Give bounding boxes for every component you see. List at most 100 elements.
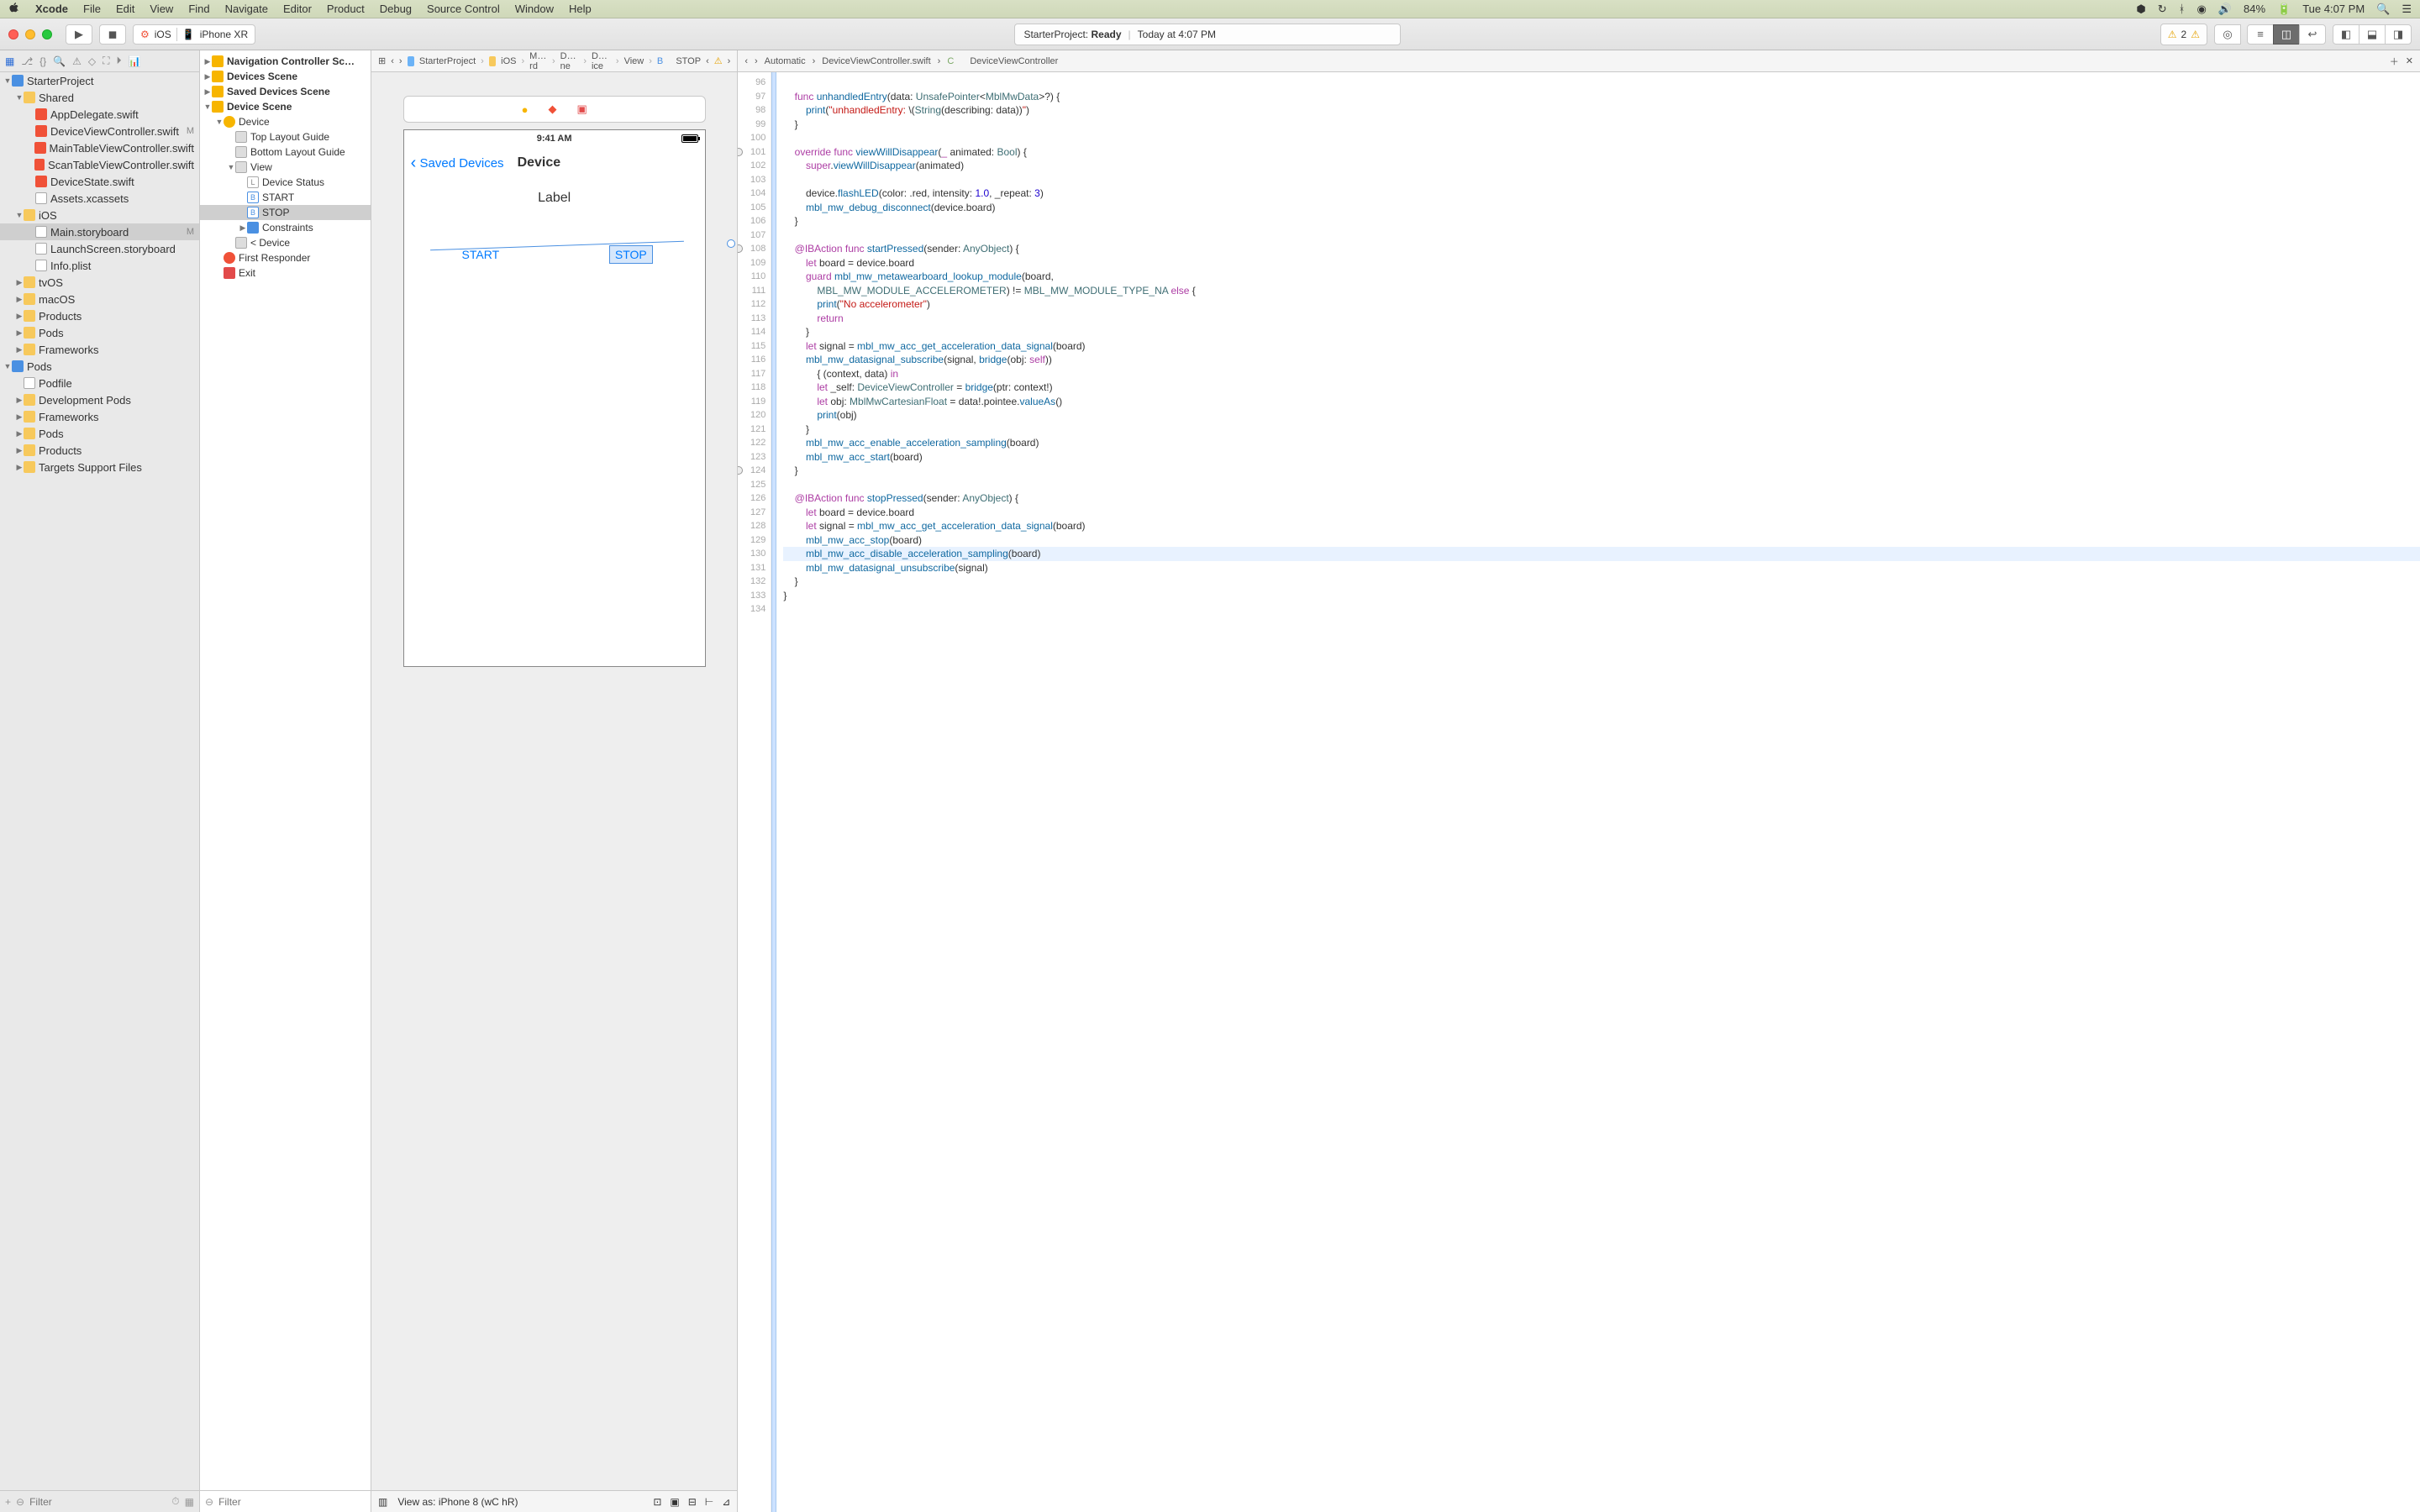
resolve-icon[interactable]: ⊿	[722, 1496, 730, 1508]
menu-product[interactable]: Product	[327, 3, 365, 15]
device-canvas[interactable]: 9:41 AM ‹ Saved Devices Device Label STA…	[403, 129, 706, 667]
nav-item[interactable]: ▶Frameworks	[0, 341, 199, 358]
stop-button-canvas[interactable]: STOP	[610, 246, 652, 263]
menu-extras-icon[interactable]: ☰	[2402, 3, 2412, 16]
toggle-inspector[interactable]: ◨	[2385, 24, 2412, 45]
app-menu[interactable]: Xcode	[35, 3, 68, 15]
close-editor-icon[interactable]: ✕	[2406, 55, 2413, 66]
back-icon[interactable]: ‹	[744, 56, 748, 66]
editor-file[interactable]: DeviceViewController.swift	[822, 56, 930, 66]
nav-item[interactable]: ▼Pods	[0, 358, 199, 375]
menu-editor[interactable]: Editor	[283, 3, 312, 15]
nav-item[interactable]: ▼iOS	[0, 207, 199, 223]
nav-back-icon[interactable]: ‹	[706, 56, 709, 66]
outline-item[interactable]: Top Layout Guide	[200, 129, 371, 144]
nav-item[interactable]: ▶Targets Support Files	[0, 459, 199, 475]
nav-item[interactable]: Assets.xcassets	[0, 190, 199, 207]
editor-assistant[interactable]: ◫	[2273, 24, 2300, 45]
menu-edit[interactable]: Edit	[116, 3, 134, 15]
forward-icon[interactable]: ›	[399, 56, 402, 66]
nav-item[interactable]: MainTableViewController.swift	[0, 139, 199, 156]
navigator-filter-input[interactable]	[29, 1496, 166, 1508]
source-control-navigator-icon[interactable]: ⎇	[21, 55, 33, 67]
breakpoint-navigator-icon[interactable]: ⏵	[117, 55, 122, 67]
close-button[interactable]	[8, 29, 18, 39]
outline-item[interactable]: BSTOP	[200, 205, 371, 220]
symbol-navigator-icon[interactable]: {}	[39, 55, 46, 67]
nav-item[interactable]: ScanTableViewController.swift	[0, 156, 199, 173]
zoom-button[interactable]	[42, 29, 52, 39]
editor-item[interactable]: DeviceViewController	[970, 56, 1058, 66]
menu-source-control[interactable]: Source Control	[427, 3, 500, 15]
find-navigator-icon[interactable]: 🔍	[53, 55, 66, 67]
menu-help[interactable]: Help	[569, 3, 592, 15]
outline-filter-input[interactable]	[218, 1496, 366, 1508]
nav-item[interactable]: DeviceState.swift	[0, 173, 199, 190]
nav-item[interactable]: Podfile	[0, 375, 199, 391]
debug-navigator-icon[interactable]: ⛶	[103, 55, 109, 67]
issue-navigator-icon[interactable]: ⚠	[72, 55, 82, 67]
timemachine-icon[interactable]: ↻	[2158, 3, 2167, 16]
dropbox-icon[interactable]: ⬢	[2136, 3, 2145, 16]
vc-dock-icon[interactable]: ●	[522, 103, 529, 116]
nav-item[interactable]: ▼Shared	[0, 89, 199, 106]
menu-file[interactable]: File	[83, 3, 101, 15]
nav-item[interactable]: ▶tvOS	[0, 274, 199, 291]
code-area[interactable]: func unhandledEntry(data: UnsafePointer<…	[776, 72, 2420, 1512]
line-gutter[interactable]: 9697989910010110210310410510610710810911…	[738, 72, 771, 1512]
battery-percent[interactable]: 84%	[2244, 3, 2265, 15]
library-button[interactable]: ◎	[2214, 24, 2241, 45]
storyboard-jumpbar[interactable]: ⊞ ‹ › StarterProject› iOS› M…rd› D…ne› D…	[371, 50, 737, 72]
spotlight-icon[interactable]: 🔍	[2376, 3, 2390, 16]
nav-item[interactable]: Main.storyboardM	[0, 223, 199, 240]
nav-item[interactable]: Info.plist	[0, 257, 199, 274]
toggle-outline-icon[interactable]: ▥	[378, 1496, 387, 1508]
report-navigator-icon[interactable]: 📊	[129, 55, 141, 67]
nav-item[interactable]: LaunchScreen.storyboard	[0, 240, 199, 257]
view-as-label[interactable]: View as: iPhone 8 (wC hR)	[397, 1496, 518, 1508]
toggle-navigator[interactable]: ◧	[2333, 24, 2360, 45]
nav-item[interactable]: ▶Products	[0, 307, 199, 324]
outline-item[interactable]: Exit	[200, 265, 371, 281]
scene-dock[interactable]: ● ◆ ▣	[403, 96, 706, 123]
toggle-debug-area[interactable]: ⬓	[2359, 24, 2386, 45]
embed-icon[interactable]: ▣	[670, 1496, 679, 1508]
back-icon[interactable]: ‹	[391, 56, 394, 66]
device-status-label[interactable]: Label	[404, 191, 705, 206]
scm-filter-icon[interactable]: ▦	[185, 1496, 194, 1508]
outline-item[interactable]: ▶Navigation Controller Sc…	[200, 54, 371, 69]
add-button[interactable]: +	[5, 1496, 11, 1508]
outline-item[interactable]: First Responder	[200, 250, 371, 265]
menu-view[interactable]: View	[150, 3, 173, 15]
back-button[interactable]: ‹ Saved Devices	[411, 154, 504, 173]
nav-item[interactable]: ▼StarterProject	[0, 72, 199, 89]
bluetooth-icon[interactable]: ᚼ	[2179, 3, 2186, 15]
wifi-icon[interactable]: ◉	[2196, 3, 2206, 16]
run-button[interactable]: ▶	[66, 24, 92, 45]
nav-item[interactable]: AppDelegate.swift	[0, 106, 199, 123]
outline-item[interactable]: < Device	[200, 235, 371, 250]
outline-item[interactable]: ▼Device	[200, 114, 371, 129]
minimize-button[interactable]	[25, 29, 35, 39]
clock[interactable]: Tue 4:07 PM	[2302, 3, 2365, 15]
editor-standard[interactable]: ≡	[2247, 24, 2274, 45]
zoom-actual-icon[interactable]: ⊡	[653, 1496, 661, 1508]
outline-item[interactable]: ▶Saved Devices Scene	[200, 84, 371, 99]
nav-item[interactable]: ▶Products	[0, 442, 199, 459]
nav-item[interactable]: ▶macOS	[0, 291, 199, 307]
nav-item[interactable]: DeviceViewController.swiftM	[0, 123, 199, 139]
jump-warning-icon[interactable]: ⚠	[714, 55, 723, 66]
assistant-mode[interactable]: Automatic	[765, 56, 806, 66]
editor-version[interactable]: ↩	[2299, 24, 2326, 45]
exit-dock-icon[interactable]: ▣	[576, 102, 587, 116]
issues-indicator[interactable]: ⚠ 2 ⚠	[2160, 24, 2207, 45]
outline-item[interactable]: ▼View	[200, 160, 371, 175]
related-items-icon[interactable]: ⊞	[378, 55, 386, 66]
first-responder-dock-icon[interactable]: ◆	[548, 102, 556, 116]
nav-item[interactable]: ▶Pods	[0, 425, 199, 442]
menu-find[interactable]: Find	[188, 3, 209, 15]
menu-window[interactable]: Window	[515, 3, 554, 15]
project-navigator-icon[interactable]: ▦	[5, 55, 14, 67]
forward-icon[interactable]: ›	[755, 56, 758, 66]
outline-item[interactable]: Bottom Layout Guide	[200, 144, 371, 160]
